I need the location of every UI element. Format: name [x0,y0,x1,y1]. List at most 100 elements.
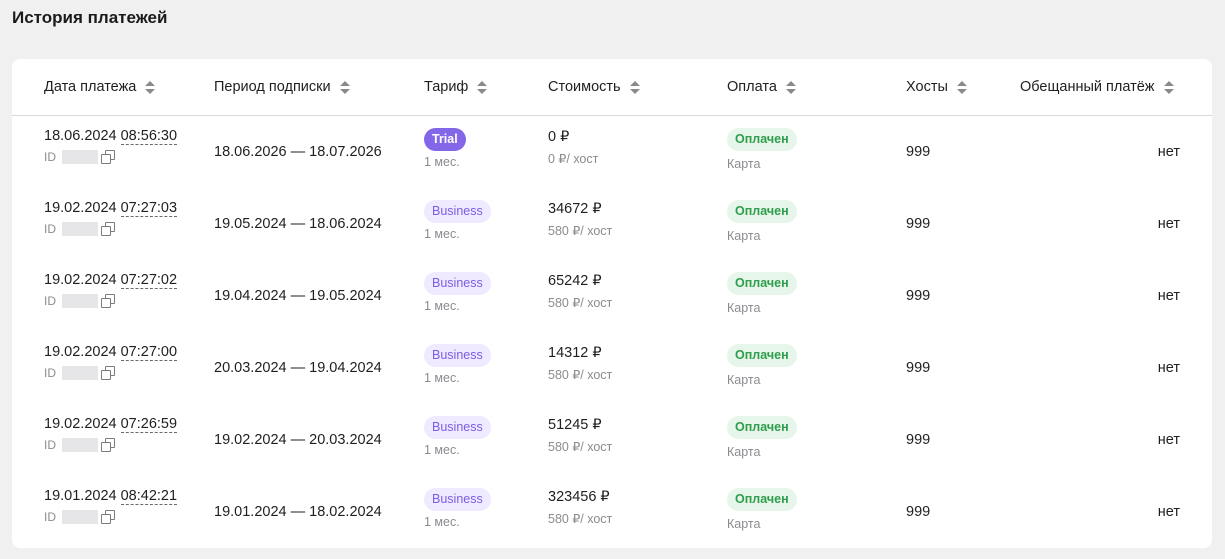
column-header-hosts[interactable]: Хосты [906,79,967,95]
id-label: ID [44,366,56,380]
column-header-date[interactable]: Дата платежа [44,79,156,95]
tariff-duration: 1 мес. [424,299,460,313]
payment-method: Карта [727,301,761,315]
hosts-count: 999 [906,432,931,448]
tariff-duration: 1 мес. [424,227,460,241]
payment-cell: Оплачен Карта [727,128,797,171]
column-header-tariff[interactable]: Тариф [424,79,488,95]
column-header-label: Оплата [727,79,777,95]
tariff-badge: Business [424,488,491,511]
table-header: Дата платежа Период подписки Тариф Стоим… [12,59,1212,116]
promised-payment: нет [1157,144,1180,160]
payment-date: 19.02.2024 [44,200,117,216]
payment-time-link[interactable]: 07:27:00 [120,344,178,361]
table-row: 19.02.2024 07:27:03 ID 19.05.2024 — 18.0… [12,188,1212,260]
payment-method: Карта [727,445,761,459]
column-header-label: Хосты [906,79,948,95]
cost-cell: 0 ₽ 0 ₽/ хост [548,129,598,166]
subscription-period: 18.06.2026 — 18.07.2026 [214,144,382,160]
sort-arrows-icon[interactable] [477,79,488,95]
cost-cell: 51245 ₽ 580 ₽/ хост [548,417,612,454]
column-header-payment[interactable]: Оплата [727,79,796,95]
payment-date: 19.02.2024 [44,272,117,288]
payment-status-badge: Оплачен [727,128,797,151]
payment-date-cell: 19.02.2024 07:27:02 ID [44,272,178,308]
tariff-cell: Business 1 мес. [424,272,491,313]
column-header-promised[interactable]: Обещанный платёж [1020,79,1174,95]
table-row: 19.02.2024 07:27:00 ID 20.03.2024 — 19.0… [12,332,1212,404]
column-header-label: Дата платежа [44,79,137,95]
payment-status-badge: Оплачен [727,416,797,439]
tariff-cell: Business 1 мес. [424,200,491,241]
hosts-count: 999 [906,360,931,376]
column-header-label: Стоимость [548,79,621,95]
copy-icon[interactable] [101,222,115,236]
copy-icon[interactable] [101,150,115,164]
cost-per-host: 0 ₽/ хост [548,152,599,166]
hosts-count: 999 [906,144,931,160]
hidden-id-value [62,438,98,452]
hidden-id-value [62,150,98,164]
subscription-period: 20.03.2024 — 19.04.2024 [214,360,382,376]
cost-cell: 323456 ₽ 580 ₽/ хост [548,489,612,526]
payment-cell: Оплачен Карта [727,344,797,387]
payment-time-link[interactable]: 07:26:59 [120,416,178,433]
payment-time-link[interactable]: 07:27:03 [120,200,178,217]
tariff-cell: Trial 1 мес. [424,128,466,169]
sort-arrows-icon[interactable] [629,79,640,95]
payment-date-cell: 18.06.2024 08:56:30 ID [44,128,178,164]
tariff-cell: Business 1 мес. [424,488,491,529]
copy-icon[interactable] [101,366,115,380]
column-header-label: Тариф [424,79,469,95]
cost-per-host: 580 ₽/ хост [548,512,613,526]
payment-time-link[interactable]: 08:42:21 [120,488,178,505]
table-row: 19.01.2024 08:42:21 ID 19.01.2024 — 18.0… [12,476,1212,548]
cost-cell: 14312 ₽ 580 ₽/ хост [548,345,612,382]
subscription-period: 19.04.2024 — 19.05.2024 [214,288,382,304]
cost-cell: 34672 ₽ 580 ₽/ хост [548,201,612,238]
promised-payment: нет [1157,432,1180,448]
tariff-badge: Trial [424,128,466,151]
payment-status-badge: Оплачен [727,272,797,295]
column-header-period[interactable]: Период подписки [214,79,350,95]
payment-date: 19.02.2024 [44,416,117,432]
id-label: ID [44,510,56,524]
sort-arrows-icon[interactable] [1163,79,1174,95]
cost-cell: 65242 ₽ 580 ₽/ хост [548,273,612,310]
id-label: ID [44,438,56,452]
hidden-id-value [62,294,98,308]
payment-time-link[interactable]: 08:56:30 [120,128,178,145]
promised-payment: нет [1157,504,1180,520]
tariff-cell: Business 1 мес. [424,344,491,385]
hidden-id-value [62,510,98,524]
payment-date-cell: 19.02.2024 07:27:00 ID [44,344,178,380]
payment-cell: Оплачен Карта [727,488,797,531]
payment-date-cell: 19.02.2024 07:26:59 ID [44,416,178,452]
promised-payment: нет [1157,360,1180,376]
column-header-cost[interactable]: Стоимость [548,79,640,95]
hidden-id-value [62,366,98,380]
page-title: История платежей [12,8,168,27]
tariff-duration: 1 мес. [424,155,460,169]
copy-icon[interactable] [101,438,115,452]
subscription-period: 19.05.2024 — 18.06.2024 [214,216,382,232]
subscription-period: 19.02.2024 — 20.03.2024 [214,432,382,448]
copy-icon[interactable] [101,294,115,308]
hosts-count: 999 [906,288,931,304]
tariff-badge: Business [424,344,491,367]
subscription-period: 19.01.2024 — 18.02.2024 [214,504,382,520]
sort-arrows-icon[interactable] [785,79,796,95]
cost-amount: 51245 ₽ [548,417,602,433]
tariff-duration: 1 мес. [424,515,460,529]
hosts-count: 999 [906,216,931,232]
sort-arrows-icon[interactable] [145,79,156,95]
payment-cell: Оплачен Карта [727,200,797,243]
copy-icon[interactable] [101,510,115,524]
id-label: ID [44,294,56,308]
sort-arrows-icon[interactable] [956,79,967,95]
payment-time-link[interactable]: 07:27:02 [120,272,178,289]
tariff-badge: Business [424,272,491,295]
hidden-id-value [62,222,98,236]
tariff-badge: Business [424,416,491,439]
sort-arrows-icon[interactable] [339,79,350,95]
